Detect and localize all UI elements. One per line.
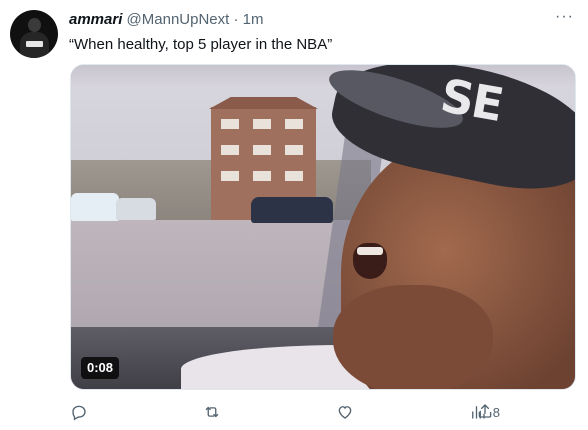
tweet-text: “When healthy, top 5 player in the NBA” [69,36,333,53]
tweet-action-bar: 8 [70,400,500,424]
header-separator: · [233,11,239,28]
video-duration-badge: 0:08 [81,357,120,379]
like-button[interactable] [336,403,360,421]
video-thumbnail: SE [71,65,575,389]
reply-button[interactable] [70,403,94,421]
video-player[interactable]: SE 0:08 [70,64,576,390]
more-horizontal-icon[interactable]: ··· [555,8,574,26]
share-icon [476,402,494,420]
tweet: ammari @MannUpNext · 1m ··· “When health… [0,0,588,430]
tweet-header: ammari @MannUpNext · 1m [69,11,264,29]
retweet-button[interactable] [203,403,227,421]
retweet-icon [203,403,221,421]
like-icon [336,403,354,421]
cap-lettering: SE [436,68,506,132]
tweet-timestamp[interactable]: 1m [243,11,264,28]
author-handle[interactable]: @MannUpNext [127,11,230,28]
avatar-shirt-logo [26,41,43,47]
reply-icon [70,403,88,421]
avatar-head-shape [28,18,41,32]
share-button[interactable] [476,402,494,420]
author-display-name[interactable]: ammari [69,11,122,28]
author-avatar[interactable] [10,10,58,58]
